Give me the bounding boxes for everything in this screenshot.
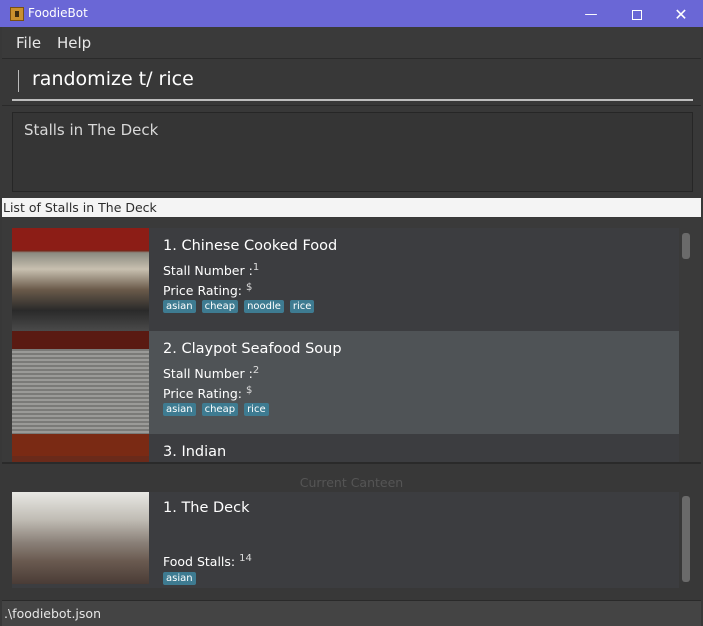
canteen-name: 1. The Deck [163,500,250,516]
canteen-card[interactable]: 1. The Deck Food Stalls: 14 asian [12,492,679,588]
stall-card[interactable]: 1. Chinese Cooked Food Stall Number :1 P… [12,228,679,331]
maximize-icon [632,9,642,20]
tag: rice [289,300,315,313]
price-rating: Price Rating: $ [163,385,252,401]
stall-card-selected[interactable]: 2. Claypot Seafood Soup Stall Number :2 … [12,331,679,434]
close-button[interactable]: ✕ [658,1,703,28]
price-rating: Price Rating: $ [163,282,252,298]
stall-number-label: Stall Number : [163,366,253,382]
tag-list: asian cheap rice [163,403,269,416]
stall-photo [12,228,149,331]
food-stalls: Food Stalls: 14 [163,553,252,569]
current-canteen-label: Current Canteen [299,475,404,490]
close-icon: ✕ [674,5,688,24]
stall-number-value: 1 [252,262,260,273]
stall-number: Stall Number :1 [163,262,259,278]
app-icon [10,7,24,21]
window-title: FoodieBot [28,6,88,20]
stall-number-value: 2 [252,365,260,376]
stall-number-label: Stall Number : [163,263,253,279]
status-bar: .\foodiebot.json [2,600,701,626]
minimize-icon: — [584,7,598,22]
divider [2,462,701,464]
maximize-button[interactable] [614,1,660,28]
command-underline [12,99,693,101]
price-label: Price Rating: [163,283,246,299]
title-bar: FoodieBot — ✕ [0,0,703,27]
minimize-button[interactable]: — [568,1,614,28]
stall-sign [12,228,149,250]
stall-name: 3. Indian [163,444,227,460]
text-caret [18,70,19,92]
price-value: $ [245,385,253,396]
stall-number: Stall Number :2 [163,365,259,381]
tag: cheap [201,403,239,416]
stall-photo [12,331,149,434]
tag: asian [163,403,196,416]
canteen-scrollbar[interactable] [682,496,690,582]
tag: asian [163,300,196,313]
stall-list-label: List of Stalls in The Deck [2,198,701,217]
food-stalls-label: Food Stalls: [163,554,240,570]
stall-photo [12,434,149,462]
stall-list[interactable]: 1. Chinese Cooked Food Stall Number :1 P… [2,218,701,462]
command-input[interactable]: randomize t/ rice [32,68,194,90]
stall-sign [12,331,149,349]
stall-list-scrollbar[interactable] [682,233,690,259]
tag-list: asian cheap noodle rice [163,300,315,313]
tag-list: asian [163,572,196,585]
menu-bar: File Help [2,27,701,59]
tag: asian [163,572,196,585]
stall-sign [12,434,149,456]
stall-card[interactable]: 3. Indian [12,434,679,462]
price-value: $ [245,282,253,293]
food-stalls-count: 14 [239,553,252,564]
menu-file[interactable]: File [16,34,41,52]
stall-name: 2. Claypot Seafood Soup [163,341,342,357]
tag: rice [244,403,269,416]
menu-help[interactable]: Help [57,34,91,52]
stall-name: 1. Chinese Cooked Food [163,238,338,254]
result-text: Stalls in The Deck [24,121,159,139]
tag: cheap [201,300,239,313]
price-label: Price Rating: [163,386,246,402]
canteen-photo [12,492,149,584]
tag: noodle [244,300,284,313]
